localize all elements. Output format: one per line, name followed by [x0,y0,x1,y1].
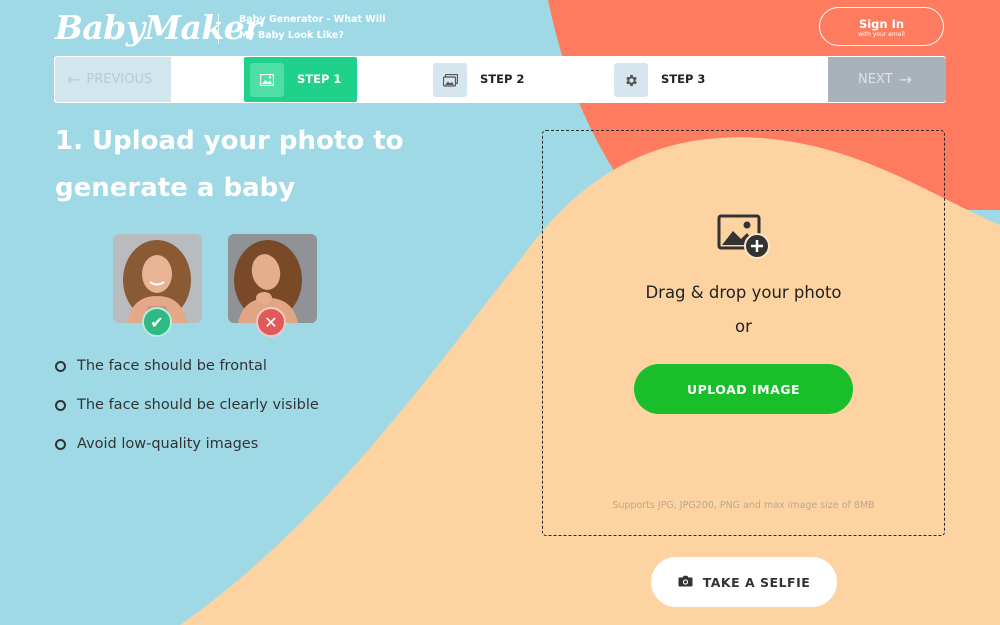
check-icon: ✔ [142,307,172,337]
drop-zone-text: Drag & drop your photo [645,283,842,302]
step-2-tab[interactable]: STEP 2 [427,57,567,102]
sign-in-sublabel: with your email [858,31,905,38]
add-image-icon [717,214,771,264]
list-item: The face should be clearly visible [55,395,455,434]
image-icon [250,63,284,97]
arrow-right-icon: → [898,70,912,89]
logo[interactable]: BabyMaker [55,8,262,47]
previous-label: PREVIOUS [86,72,153,87]
photo-requirements-list: The face should be frontal The face shou… [55,356,455,473]
images-icon [433,63,467,97]
gear-icon [614,63,648,97]
step-2-label: STEP 2 [480,72,525,86]
camera-icon [678,575,693,590]
list-item: The face should be frontal [55,356,455,395]
sign-in-button[interactable]: Sign In with your email [819,7,944,46]
header-divider [218,14,219,44]
take-selfie-label: TAKE A SELFIE [702,574,811,590]
step-1-label: STEP 1 [297,72,342,86]
next-label: NEXT [858,72,893,87]
upload-image-button[interactable]: UPLOAD IMAGE [634,364,853,414]
drop-zone-or: or [735,317,752,336]
next-button[interactable]: NEXT → [828,57,946,102]
take-selfie-button[interactable]: TAKE A SELFIE [651,557,837,607]
page-title: 1. Upload your photo to generate a baby [55,126,404,203]
tagline: Baby Generator - What Will My Baby Look … [239,14,386,41]
step-3-label: STEP 3 [661,72,706,86]
previous-button[interactable]: ← PREVIOUS [55,57,171,102]
step-3-tab[interactable]: STEP 3 [608,57,748,102]
supported-formats-note: Supports JPG, JPG200, PNG and max image … [612,500,875,511]
arrow-left-icon: ← [67,70,81,89]
step-1-tab[interactable]: STEP 1 [244,57,357,102]
list-item: Avoid low-quality images [55,434,455,473]
close-icon: ✕ [256,307,286,337]
sign-in-label: Sign In [858,17,905,31]
